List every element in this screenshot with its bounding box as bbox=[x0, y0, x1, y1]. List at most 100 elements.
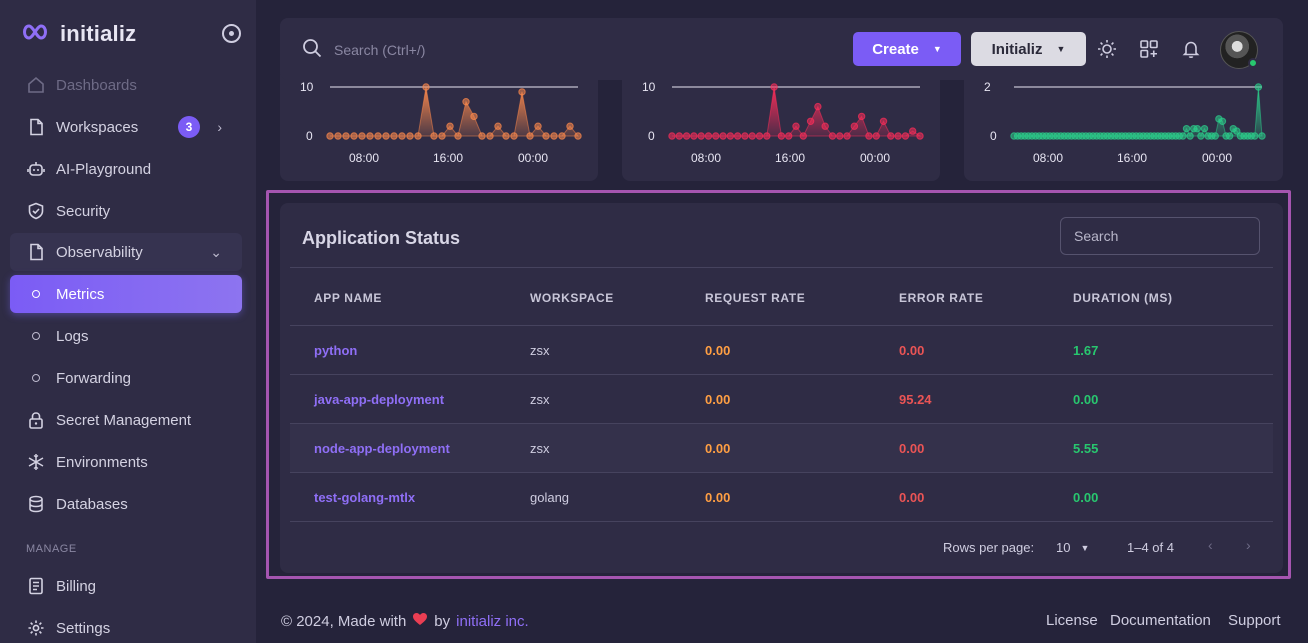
previous-page-button[interactable]: ‹ bbox=[1208, 537, 1213, 553]
table-row[interactable]: test-golang-mtlx golang 0.00 0.00 0.00 bbox=[290, 472, 1273, 522]
data-point bbox=[1218, 117, 1227, 125]
x-tick-label: 00:00 bbox=[518, 151, 548, 165]
sidebar-item-environments[interactable]: Environments bbox=[10, 443, 242, 481]
brand[interactable]: initializ bbox=[20, 20, 136, 48]
create-button[interactable]: Create ▼ bbox=[853, 32, 961, 66]
data-point bbox=[806, 117, 815, 125]
data-point bbox=[1182, 124, 1191, 133]
x-tick-label: 00:00 bbox=[1202, 151, 1232, 165]
data-point bbox=[486, 132, 494, 140]
bell-icon[interactable] bbox=[1180, 38, 1202, 60]
table-row[interactable]: java-app-deployment zsx 0.00 95.24 0.00 bbox=[290, 374, 1273, 424]
data-point bbox=[814, 102, 822, 111]
sidebar-item-observability[interactable]: Observability ⌄ bbox=[10, 233, 242, 271]
data-point bbox=[1225, 132, 1234, 140]
data-point bbox=[770, 83, 778, 91]
data-point bbox=[414, 132, 422, 140]
data-point bbox=[887, 132, 895, 140]
chevron-down-icon: ⌄ bbox=[210, 243, 222, 260]
request-rate-cell: 0.00 bbox=[705, 374, 899, 424]
chevron-right-icon: › bbox=[217, 119, 222, 135]
data-point bbox=[850, 122, 859, 130]
x-tick-label: 08:00 bbox=[1033, 151, 1063, 165]
apps-grid-icon[interactable] bbox=[1138, 38, 1160, 60]
data-point bbox=[675, 132, 683, 140]
sidebar-item-databases[interactable]: Databases bbox=[10, 485, 242, 523]
data-point bbox=[872, 132, 880, 140]
data-point bbox=[894, 132, 902, 140]
circle-icon bbox=[32, 290, 40, 298]
sidebar-item-settings[interactable]: Settings bbox=[10, 609, 242, 643]
sidebar-item-label: Environments bbox=[56, 453, 148, 471]
sidebar-item-dashboards[interactable]: Dashboards bbox=[10, 66, 242, 104]
footer-link-license[interactable]: License bbox=[1046, 612, 1098, 629]
data-point bbox=[763, 132, 771, 140]
column-header-app-name[interactable]: APP NAME bbox=[290, 267, 530, 326]
data-point bbox=[550, 132, 558, 140]
app-name-link[interactable]: node-app-deployment bbox=[314, 441, 450, 456]
column-header-duration[interactable]: DURATION (MS) bbox=[1073, 267, 1273, 326]
data-point bbox=[342, 132, 350, 140]
sidebar-item-workspaces[interactable]: Workspaces 3 › bbox=[10, 108, 242, 146]
footer-link-support[interactable]: Support bbox=[1228, 612, 1281, 629]
rows-per-page-value: 10 bbox=[1056, 540, 1071, 555]
application-status-table: APP NAME WORKSPACE REQUEST RATE ERROR RA… bbox=[290, 267, 1273, 522]
data-point bbox=[470, 112, 478, 121]
sidebar-item-label: Forwarding bbox=[56, 369, 132, 387]
next-page-button[interactable]: › bbox=[1246, 537, 1251, 553]
organization-selector[interactable]: Initializ ▼ bbox=[971, 32, 1086, 66]
series-area bbox=[330, 86, 580, 138]
data-point bbox=[454, 132, 462, 140]
duration-chart: 2 0 08:00 16:00 00:00 bbox=[984, 80, 1266, 165]
data-point bbox=[518, 88, 526, 96]
rows-per-page-select[interactable]: 10 ▼ bbox=[1056, 540, 1089, 555]
sidebar-item-ai-playground[interactable]: AI-Playground bbox=[10, 150, 242, 188]
data-point bbox=[502, 132, 510, 140]
data-point bbox=[836, 132, 844, 140]
sidebar-item-billing[interactable]: Billing bbox=[10, 567, 242, 605]
caret-down-icon: ▼ bbox=[1056, 44, 1066, 54]
search-icon bbox=[302, 38, 322, 61]
sidebar-item-label: Observability bbox=[56, 243, 143, 261]
data-point bbox=[828, 132, 837, 140]
data-point bbox=[799, 132, 807, 140]
receipt-icon bbox=[26, 576, 46, 596]
sidebar-item-secret-management[interactable]: Secret Management bbox=[10, 401, 242, 439]
data-point bbox=[1258, 132, 1266, 140]
application-status-title: Application Status bbox=[302, 228, 461, 248]
data-point bbox=[690, 132, 698, 140]
sidebar-item-label: Dashboards bbox=[56, 76, 137, 94]
request-rate-cell: 0.00 bbox=[705, 423, 899, 473]
column-header-error-rate[interactable]: ERROR RATE bbox=[899, 267, 1073, 326]
theme-toggle-sun-icon[interactable] bbox=[1096, 38, 1118, 60]
table-row[interactable]: python zsx 0.00 0.00 1.67 bbox=[290, 325, 1273, 375]
sidebar-pin-toggle[interactable] bbox=[222, 24, 241, 43]
request-rate-cell: 0.00 bbox=[705, 472, 899, 522]
data-point bbox=[574, 132, 582, 140]
error-rate-cell: 0.00 bbox=[899, 423, 1073, 473]
column-header-workspace[interactable]: WORKSPACE bbox=[530, 267, 705, 326]
data-point bbox=[857, 112, 866, 121]
app-name-link[interactable]: python bbox=[314, 343, 357, 358]
data-point bbox=[741, 132, 749, 140]
sidebar-item-forwarding[interactable]: Forwarding bbox=[10, 359, 242, 397]
sidebar-item-logs[interactable]: Logs bbox=[10, 317, 242, 355]
status-search-input[interactable] bbox=[1060, 217, 1260, 255]
column-header-request-rate[interactable]: REQUEST RATE bbox=[705, 267, 899, 326]
online-status-dot bbox=[1248, 58, 1258, 68]
data-point bbox=[755, 132, 764, 140]
error-rate-cell: 0.00 bbox=[899, 472, 1073, 522]
sidebar-item-metrics[interactable]: Metrics bbox=[10, 275, 242, 313]
footer-link-documentation[interactable]: Documentation bbox=[1110, 612, 1211, 629]
data-point bbox=[510, 132, 518, 140]
app-name-link[interactable]: test-golang-mtlx bbox=[314, 490, 415, 505]
data-point bbox=[1254, 83, 1263, 91]
errors-chart: 10 0 08:00 16:00 00:00 bbox=[642, 80, 924, 165]
table-row[interactable]: node-app-deployment zsx 0.00 0.00 5.55 bbox=[290, 423, 1273, 473]
sidebar-item-security[interactable]: Security bbox=[10, 192, 242, 230]
app-name-link[interactable]: java-app-deployment bbox=[314, 392, 444, 407]
data-point bbox=[1186, 132, 1194, 140]
data-point bbox=[719, 132, 727, 140]
footer-company-link[interactable]: initializ inc. bbox=[456, 613, 529, 630]
global-search[interactable]: Search (Ctrl+/) bbox=[302, 38, 425, 61]
